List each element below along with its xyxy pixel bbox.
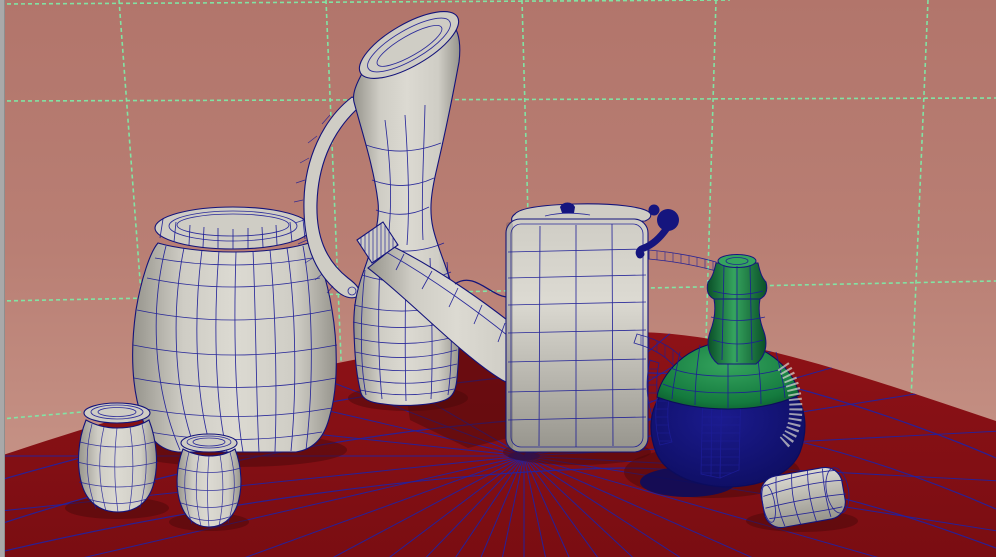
viewport-left-border bbox=[0, 0, 4, 557]
small-jar-right[interactable] bbox=[176, 434, 242, 527]
jar-body[interactable] bbox=[133, 243, 337, 452]
jar-body[interactable] bbox=[177, 449, 241, 527]
viewport-stage bbox=[0, 0, 996, 557]
viewport-left-border-line bbox=[4, 0, 5, 557]
viewport-canvas[interactable] bbox=[0, 0, 996, 557]
jar-body[interactable] bbox=[79, 420, 157, 512]
bottle-neck bbox=[707, 255, 767, 365]
box-left-shade bbox=[506, 222, 513, 450]
